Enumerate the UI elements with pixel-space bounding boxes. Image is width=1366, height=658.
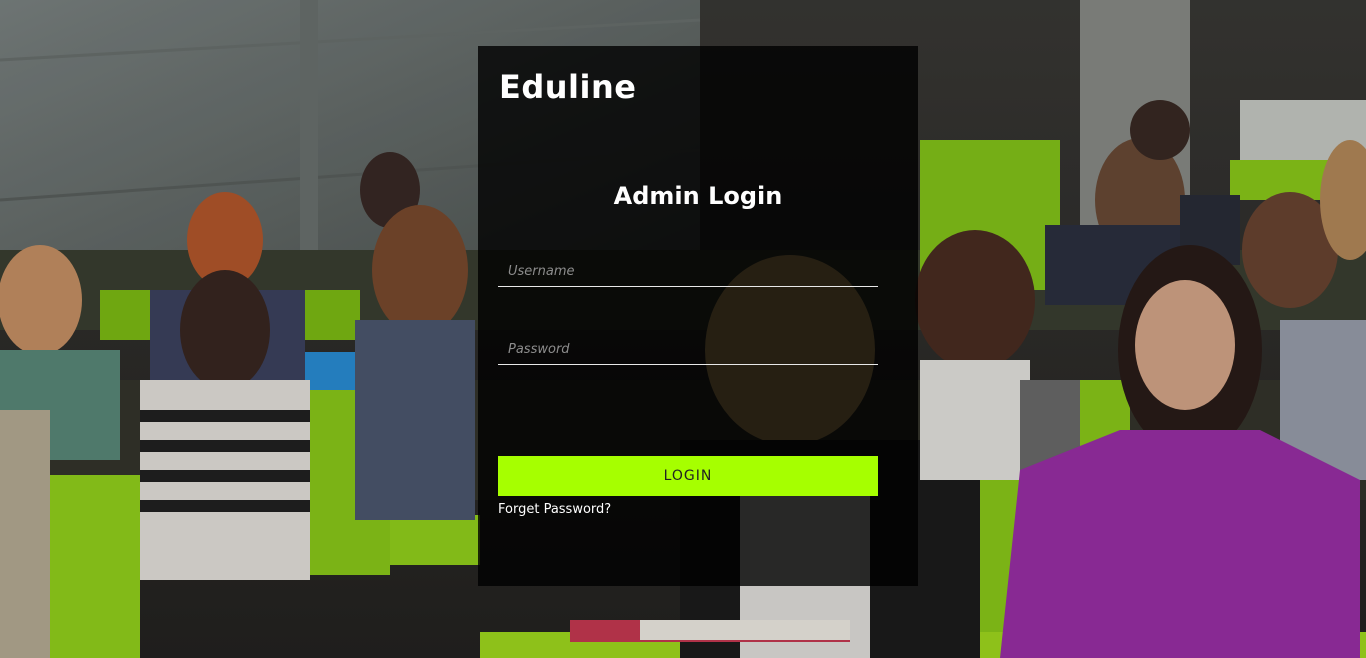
password-input[interactable] — [498, 335, 878, 365]
login-title: Admin Login — [613, 182, 783, 210]
forgot-password-link[interactable]: Forget Password? — [498, 502, 611, 517]
username-input[interactable] — [498, 257, 878, 287]
login-panel: Eduline Admin Login LOGIN Forget Passwor… — [478, 46, 918, 586]
login-button[interactable]: LOGIN — [498, 456, 878, 496]
brand-logo-text: Eduline — [499, 68, 637, 106]
